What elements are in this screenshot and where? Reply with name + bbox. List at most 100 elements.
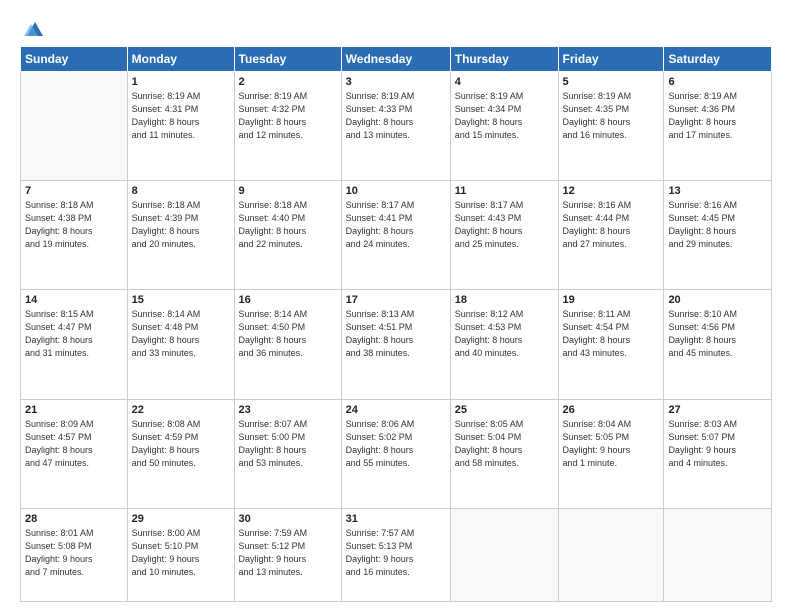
day-info: Sunrise: 8:05 AM Sunset: 5:04 PM Dayligh… xyxy=(455,418,554,470)
day-number: 13 xyxy=(668,185,767,197)
day-cell: 14 Sunrise: 8:15 AM Sunset: 4:47 PM Dayli… xyxy=(21,290,128,399)
week-row-4: 28Sunrise: 8:01 AM Sunset: 5:08 PM Dayli… xyxy=(21,508,772,601)
day-number: 26 xyxy=(563,404,660,416)
day-number: 6 xyxy=(668,76,767,88)
weekday-header-friday: Friday xyxy=(558,47,664,72)
day-cell: 2 Sunrise: 8:19 AM Sunset: 4:32 PM Daylig… xyxy=(234,72,341,181)
day-info: Sunrise: 8:04 AM Sunset: 5:05 PM Dayligh… xyxy=(563,418,660,470)
day-cell: 11 Sunrise: 8:17 AM Sunset: 4:43 PM Dayli… xyxy=(450,181,558,290)
day-info: Sunrise: 8:00 AM Sunset: 5:10 PM Dayligh… xyxy=(132,527,230,579)
day-info: Sunrise: 8:19 AM Sunset: 4:33 PM Dayligh… xyxy=(346,90,446,142)
day-cell: 7 Sunrise: 8:18 AM Sunset: 4:38 PM Daylig… xyxy=(21,181,128,290)
day-info: Sunrise: 7:57 AM Sunset: 5:13 PM Dayligh… xyxy=(346,527,446,579)
calendar-body: 1Sunrise: 8:19 AM Sunset: 4:31 PM Daylig… xyxy=(21,72,772,602)
day-cell: 4 Sunrise: 8:19 AM Sunset: 4:34 PM Daylig… xyxy=(450,72,558,181)
day-number: 25 xyxy=(455,404,554,416)
day-number: 8 xyxy=(132,185,230,197)
day-number: 2 xyxy=(239,76,337,88)
calendar-header: SundayMondayTuesdayWednesdayThursdayFrid… xyxy=(21,47,772,72)
day-number: 30 xyxy=(239,513,337,525)
header xyxy=(20,18,772,36)
day-cell: 30 Sunrise: 7:59 AM Sunset: 5:12 PM Dayli… xyxy=(234,508,341,601)
day-info: Sunrise: 8:09 AM Sunset: 4:57 PM Dayligh… xyxy=(25,418,123,470)
day-cell: 29Sunrise: 8:00 AM Sunset: 5:10 PM Dayli… xyxy=(127,508,234,601)
day-number: 7 xyxy=(25,185,123,197)
logo-icon xyxy=(21,18,43,40)
day-info: Sunrise: 8:17 AM Sunset: 4:43 PM Dayligh… xyxy=(455,199,554,251)
week-row-0: 1Sunrise: 8:19 AM Sunset: 4:31 PM Daylig… xyxy=(21,72,772,181)
day-cell: 24 Sunrise: 8:06 AM Sunset: 5:02 PM Dayli… xyxy=(341,399,450,508)
day-info: Sunrise: 8:16 AM Sunset: 4:44 PM Dayligh… xyxy=(563,199,660,251)
day-cell: 16 Sunrise: 8:14 AM Sunset: 4:50 PM Dayli… xyxy=(234,290,341,399)
day-number: 24 xyxy=(346,404,446,416)
day-number: 4 xyxy=(455,76,554,88)
day-number: 16 xyxy=(239,294,337,306)
day-cell: 5 Sunrise: 8:19 AM Sunset: 4:35 PM Daylig… xyxy=(558,72,664,181)
day-cell: 22 Sunrise: 8:08 AM Sunset: 4:59 PM Dayli… xyxy=(127,399,234,508)
day-cell: 26 Sunrise: 8:04 AM Sunset: 5:05 PM Dayli… xyxy=(558,399,664,508)
day-cell: 20 Sunrise: 8:10 AM Sunset: 4:56 PM Dayli… xyxy=(664,290,772,399)
weekday-header-saturday: Saturday xyxy=(664,47,772,72)
day-cell xyxy=(450,508,558,601)
day-cell: 13 Sunrise: 8:16 AM Sunset: 4:45 PM Dayli… xyxy=(664,181,772,290)
day-cell: 19 Sunrise: 8:11 AM Sunset: 4:54 PM Dayli… xyxy=(558,290,664,399)
day-cell: 31 Sunrise: 7:57 AM Sunset: 5:13 PM Dayli… xyxy=(341,508,450,601)
day-number: 5 xyxy=(563,76,660,88)
day-info: Sunrise: 7:59 AM Sunset: 5:12 PM Dayligh… xyxy=(239,527,337,579)
day-info: Sunrise: 8:07 AM Sunset: 5:00 PM Dayligh… xyxy=(239,418,337,470)
week-row-3: 21 Sunrise: 8:09 AM Sunset: 4:57 PM Dayli… xyxy=(21,399,772,508)
day-info: Sunrise: 8:16 AM Sunset: 4:45 PM Dayligh… xyxy=(668,199,767,251)
day-cell: 1Sunrise: 8:19 AM Sunset: 4:31 PM Daylig… xyxy=(127,72,234,181)
day-cell: 27 Sunrise: 8:03 AM Sunset: 5:07 PM Dayli… xyxy=(664,399,772,508)
day-number: 19 xyxy=(563,294,660,306)
day-cell: 28Sunrise: 8:01 AM Sunset: 5:08 PM Dayli… xyxy=(21,508,128,601)
day-info: Sunrise: 8:13 AM Sunset: 4:51 PM Dayligh… xyxy=(346,308,446,360)
day-number: 20 xyxy=(668,294,767,306)
day-number: 31 xyxy=(346,513,446,525)
day-info: Sunrise: 8:19 AM Sunset: 4:35 PM Dayligh… xyxy=(563,90,660,142)
day-info: Sunrise: 8:17 AM Sunset: 4:41 PM Dayligh… xyxy=(346,199,446,251)
day-info: Sunrise: 8:08 AM Sunset: 4:59 PM Dayligh… xyxy=(132,418,230,470)
day-number: 15 xyxy=(132,294,230,306)
calendar: SundayMondayTuesdayWednesdayThursdayFrid… xyxy=(20,46,772,602)
day-cell: 10Sunrise: 8:17 AM Sunset: 4:41 PM Dayli… xyxy=(341,181,450,290)
day-info: Sunrise: 8:12 AM Sunset: 4:53 PM Dayligh… xyxy=(455,308,554,360)
day-info: Sunrise: 8:14 AM Sunset: 4:48 PM Dayligh… xyxy=(132,308,230,360)
logo xyxy=(20,18,44,36)
day-info: Sunrise: 8:01 AM Sunset: 5:08 PM Dayligh… xyxy=(25,527,123,579)
weekday-header-thursday: Thursday xyxy=(450,47,558,72)
day-cell: 17 Sunrise: 8:13 AM Sunset: 4:51 PM Dayli… xyxy=(341,290,450,399)
day-info: Sunrise: 8:10 AM Sunset: 4:56 PM Dayligh… xyxy=(668,308,767,360)
day-cell: 6 Sunrise: 8:19 AM Sunset: 4:36 PM Daylig… xyxy=(664,72,772,181)
day-info: Sunrise: 8:18 AM Sunset: 4:38 PM Dayligh… xyxy=(25,199,123,251)
day-cell: 18Sunrise: 8:12 AM Sunset: 4:53 PM Dayli… xyxy=(450,290,558,399)
weekday-header-monday: Monday xyxy=(127,47,234,72)
day-info: Sunrise: 8:15 AM Sunset: 4:47 PM Dayligh… xyxy=(25,308,123,360)
day-number: 22 xyxy=(132,404,230,416)
day-number: 17 xyxy=(346,294,446,306)
page: SundayMondayTuesdayWednesdayThursdayFrid… xyxy=(0,0,792,612)
day-number: 11 xyxy=(455,185,554,197)
day-info: Sunrise: 8:11 AM Sunset: 4:54 PM Dayligh… xyxy=(563,308,660,360)
day-number: 1 xyxy=(132,76,230,88)
day-info: Sunrise: 8:18 AM Sunset: 4:40 PM Dayligh… xyxy=(239,199,337,251)
weekday-header-wednesday: Wednesday xyxy=(341,47,450,72)
day-cell: 21 Sunrise: 8:09 AM Sunset: 4:57 PM Dayli… xyxy=(21,399,128,508)
day-info: Sunrise: 8:03 AM Sunset: 5:07 PM Dayligh… xyxy=(668,418,767,470)
day-number: 21 xyxy=(25,404,123,416)
day-number: 14 xyxy=(25,294,123,306)
day-info: Sunrise: 8:19 AM Sunset: 4:32 PM Dayligh… xyxy=(239,90,337,142)
day-number: 23 xyxy=(239,404,337,416)
day-info: Sunrise: 8:19 AM Sunset: 4:34 PM Dayligh… xyxy=(455,90,554,142)
day-number: 9 xyxy=(239,185,337,197)
day-number: 3 xyxy=(346,76,446,88)
day-info: Sunrise: 8:19 AM Sunset: 4:36 PM Dayligh… xyxy=(668,90,767,142)
week-row-1: 7 Sunrise: 8:18 AM Sunset: 4:38 PM Daylig… xyxy=(21,181,772,290)
day-number: 27 xyxy=(668,404,767,416)
day-info: Sunrise: 8:06 AM Sunset: 5:02 PM Dayligh… xyxy=(346,418,446,470)
day-info: Sunrise: 8:18 AM Sunset: 4:39 PM Dayligh… xyxy=(132,199,230,251)
week-row-2: 14 Sunrise: 8:15 AM Sunset: 4:47 PM Dayli… xyxy=(21,290,772,399)
day-cell: 8 Sunrise: 8:18 AM Sunset: 4:39 PM Daylig… xyxy=(127,181,234,290)
day-cell xyxy=(21,72,128,181)
day-info: Sunrise: 8:14 AM Sunset: 4:50 PM Dayligh… xyxy=(239,308,337,360)
